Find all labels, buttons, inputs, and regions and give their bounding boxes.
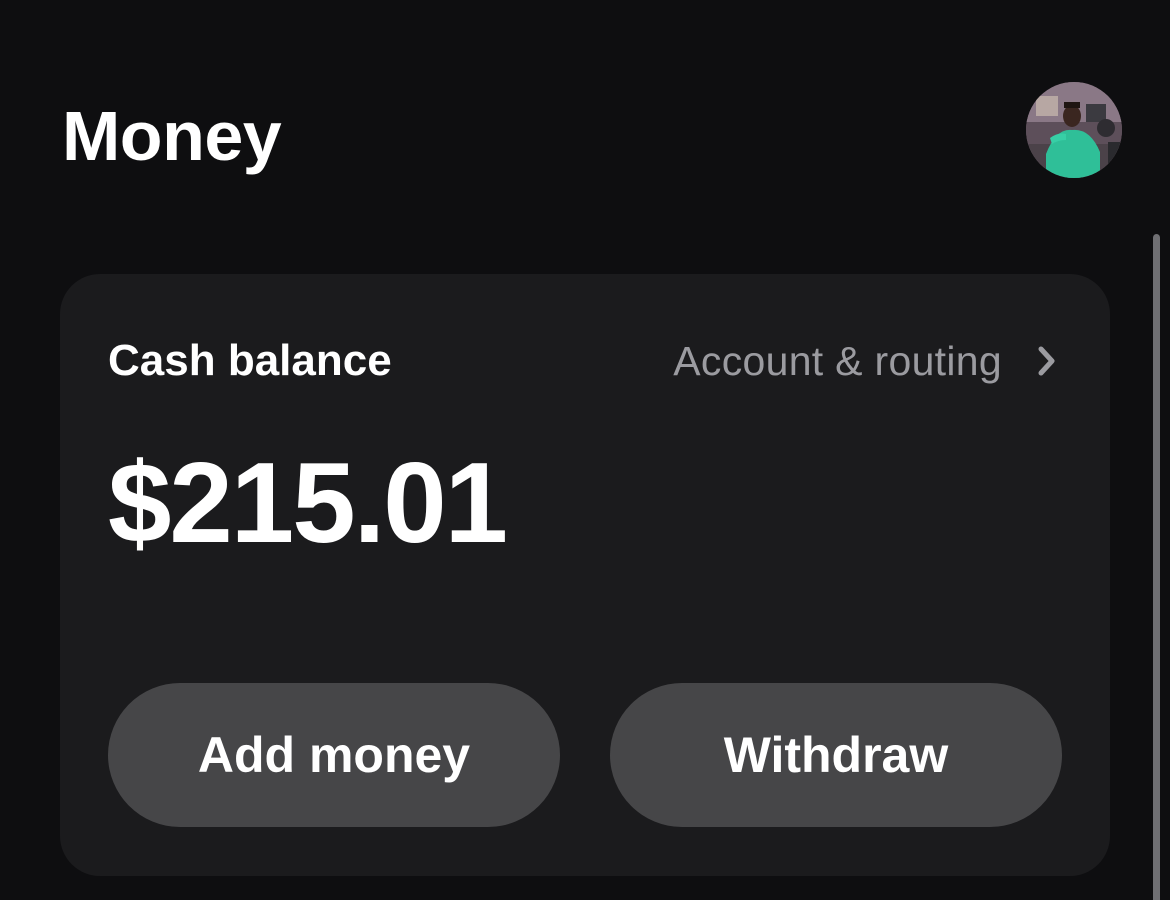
account-routing-link[interactable]: Account & routing xyxy=(673,334,1058,388)
avatar[interactable] xyxy=(1026,82,1122,178)
avatar-icon xyxy=(1026,82,1122,178)
scrollbar[interactable] xyxy=(1153,234,1160,900)
money-screen: Money Cash balance Account & routing $21… xyxy=(0,0,1170,900)
balance-amount: $215.01 xyxy=(108,440,508,567)
cash-balance-card: Cash balance Account & routing $215.01 A… xyxy=(60,274,1110,876)
chevron-right-icon xyxy=(1038,346,1055,376)
withdraw-button[interactable]: Withdraw xyxy=(610,683,1062,827)
page-title: Money xyxy=(62,97,282,175)
account-routing-label: Account & routing xyxy=(673,338,1002,384)
add-money-button[interactable]: Add money xyxy=(108,683,560,827)
cash-balance-label: Cash balance xyxy=(108,336,392,385)
